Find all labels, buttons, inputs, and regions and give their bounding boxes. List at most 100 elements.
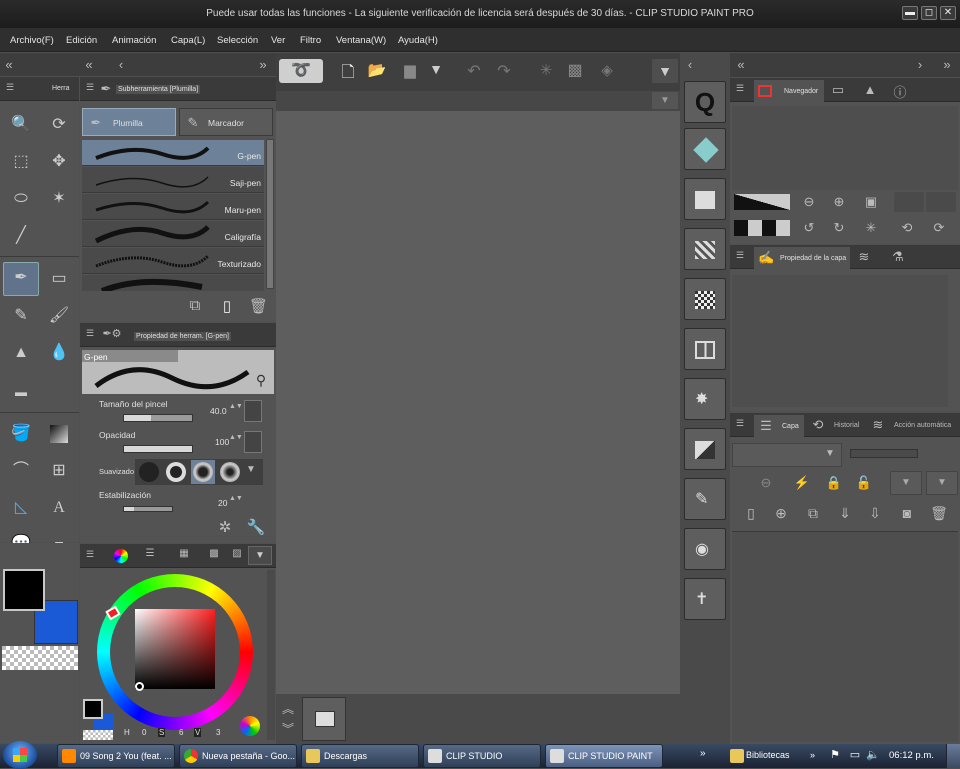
pressure-button[interactable] bbox=[244, 400, 262, 422]
trash-icon[interactable]: 🗑 bbox=[249, 297, 268, 315]
material-effect-icon[interactable]: ✸ bbox=[684, 378, 726, 420]
expand-right-icon[interactable]: » bbox=[256, 57, 270, 72]
subview-icon[interactable]: ▭ bbox=[830, 82, 846, 98]
info-icon[interactable]: ▲ bbox=[862, 82, 878, 97]
merge-down-icon[interactable]: ⇩ bbox=[866, 505, 884, 522]
libraries-more[interactable]: » bbox=[810, 750, 815, 760]
reset-rotation-icon[interactable]: ✳ bbox=[862, 220, 880, 236]
zoom-out-icon[interactable]: ⊖ bbox=[800, 194, 818, 210]
panel-menu-icon[interactable]: ☰ bbox=[734, 418, 746, 429]
panel-menu-icon[interactable]: ☰ bbox=[4, 82, 16, 93]
delete-layer-icon[interactable]: 🗑 bbox=[930, 505, 948, 522]
main-color-swatch[interactable] bbox=[3, 569, 45, 611]
save-icon[interactable]: ▆ bbox=[400, 61, 420, 79]
menu-seleccion[interactable]: Selección bbox=[217, 35, 258, 46]
panel-menu-icon[interactable]: ☰ bbox=[84, 328, 96, 339]
material-pose-icon[interactable]: ✝ bbox=[684, 578, 726, 620]
stepper-icon[interactable]: ▲▼ bbox=[229, 434, 243, 441]
move-tool-icon[interactable]: ✥ bbox=[44, 147, 74, 177]
material-pattern-icon[interactable] bbox=[684, 228, 726, 270]
chevron-right-icon[interactable]: › bbox=[914, 57, 926, 72]
flip-horizontal-button[interactable] bbox=[894, 192, 924, 212]
canvas-area[interactable] bbox=[276, 111, 680, 694]
clipping-icon[interactable]: ⊖ bbox=[756, 475, 776, 491]
layer-dropdown-1[interactable]: ▼ bbox=[890, 471, 922, 495]
brush-saji[interactable]: Saji-pen bbox=[82, 167, 264, 193]
collapse-right-icon[interactable]: » bbox=[940, 57, 954, 72]
transparent-color-swatch[interactable] bbox=[2, 646, 78, 670]
pen-tool-icon[interactable]: ✒ bbox=[3, 262, 39, 296]
show-desktop-button[interactable] bbox=[946, 744, 960, 768]
smoothing-off-icon[interactable] bbox=[139, 462, 159, 482]
blend-tool-icon[interactable]: 💧 bbox=[44, 338, 74, 368]
menu-archivo[interactable]: Archivo(F) bbox=[10, 35, 54, 46]
color-mode-icon[interactable] bbox=[240, 716, 260, 736]
material-frame-icon[interactable] bbox=[684, 328, 726, 370]
layer-tab[interactable]: ☰ Capa bbox=[754, 415, 804, 437]
group-marcador[interactable]: ✎ Marcador bbox=[179, 108, 273, 136]
flask-icon[interactable]: ⚗ bbox=[890, 249, 906, 265]
history-icon[interactable]: ⟲ bbox=[810, 417, 826, 433]
selection-tool-icon[interactable]: ⬭ bbox=[6, 184, 36, 214]
auto-select-icon[interactable]: ✶ bbox=[44, 184, 74, 214]
history-tab[interactable]: Historial bbox=[834, 422, 859, 429]
new-file-icon[interactable]: 🗋 bbox=[338, 61, 358, 88]
expand-left-icon[interactable]: « bbox=[734, 57, 748, 72]
panel-menu-icon[interactable]: ☰ bbox=[734, 250, 746, 261]
saturation-value-square[interactable] bbox=[135, 609, 215, 689]
settings-icon[interactable]: ✲ bbox=[216, 518, 234, 536]
tool-property-tab[interactable]: Propiedad de herram. [G-pen] bbox=[134, 332, 231, 341]
new-vector-layer-icon[interactable]: ⊕ bbox=[772, 505, 790, 522]
fill-tool-icon[interactable]: 🪣 bbox=[6, 419, 36, 449]
copy-subtool-icon[interactable]: ⧉ bbox=[186, 297, 204, 314]
intermediate-color-tab-icon[interactable]: ▩ bbox=[204, 548, 224, 559]
wheel-transparent[interactable] bbox=[83, 730, 113, 740]
menu-ventana[interactable]: Ventana(W) bbox=[336, 35, 386, 46]
reference-icon[interactable]: ⚡ bbox=[792, 475, 812, 491]
item-info-icon[interactable]: ⓘ bbox=[892, 82, 908, 101]
libraries-toolbar[interactable]: Bibliotecas » bbox=[726, 744, 826, 768]
brush-caligrafia[interactable]: Caligrafía bbox=[82, 221, 264, 247]
taskbar-item-descargas[interactable]: Descargas bbox=[301, 744, 419, 768]
lock-icon[interactable]: 🔒 bbox=[824, 475, 844, 491]
blend-mode-select[interactable]: ▼ bbox=[732, 443, 842, 467]
collapse-left-icon[interactable]: « bbox=[2, 57, 16, 72]
fill-selection-icon[interactable]: ◈ bbox=[596, 61, 618, 79]
minimize-button[interactable]: ▬ bbox=[902, 6, 918, 20]
material-landscape-icon[interactable] bbox=[684, 428, 726, 470]
opacity-slider[interactable] bbox=[123, 445, 193, 453]
menu-animacion[interactable]: Animación bbox=[112, 35, 156, 46]
collapse-left-icon-2[interactable]: « bbox=[82, 57, 96, 72]
rotate-tool-icon[interactable]: ⟳ bbox=[44, 110, 74, 140]
new-subtool-icon[interactable]: ▯ bbox=[218, 297, 236, 315]
auto-action-icon[interactable]: ≋ bbox=[870, 417, 886, 433]
fit-icon[interactable]: ▣ bbox=[862, 194, 880, 210]
transfer-down-icon[interactable]: ⇓ bbox=[836, 505, 854, 522]
search-icon[interactable]: Q bbox=[684, 81, 726, 123]
rotate-right-icon[interactable]: ↻ bbox=[830, 220, 848, 236]
object-tool-icon[interactable]: ⬚ bbox=[6, 147, 36, 177]
chevron-left-icon[interactable]: ‹ bbox=[116, 57, 126, 72]
material-library-icon[interactable] bbox=[684, 128, 726, 170]
smoothing-selected[interactable] bbox=[191, 460, 215, 484]
taskbar-item-clip-studio[interactable]: CLIP STUDIO bbox=[423, 744, 541, 768]
chevron-down-icon[interactable]: ▼ bbox=[244, 464, 258, 475]
expand-up-icon[interactable]: ︽ bbox=[279, 700, 297, 717]
group-plumilla[interactable]: ✒ Plumilla bbox=[82, 108, 176, 136]
start-button[interactable] bbox=[3, 741, 37, 769]
tab-list-dropdown[interactable]: ▼ bbox=[652, 92, 678, 109]
flip-icon[interactable]: ⟲ bbox=[898, 220, 916, 236]
panel-dropdown[interactable]: ▼ bbox=[248, 546, 272, 565]
curve-tool-icon[interactable]: ⌒ bbox=[6, 456, 36, 486]
taskbar-item-clip-studio-paint[interactable]: CLIP STUDIO PAINT bbox=[545, 744, 663, 768]
flag-icon[interactable]: ⚑ bbox=[828, 748, 842, 761]
menu-ver[interactable]: Ver bbox=[271, 35, 285, 46]
material-folder-icon[interactable]: ✎ bbox=[684, 478, 726, 520]
taskbar-item-chrome[interactable]: Nueva pestaña - Goo... bbox=[179, 744, 297, 768]
material-image-icon[interactable] bbox=[684, 178, 726, 220]
color-wheel-tab-icon[interactable] bbox=[114, 549, 128, 563]
navigator-tab[interactable]: Navegador bbox=[754, 80, 824, 102]
brush-maru[interactable]: Maru-pen bbox=[82, 194, 264, 220]
eyedropper-tool-icon[interactable]: ╱ bbox=[6, 221, 36, 251]
menu-capa[interactable]: Capa(L) bbox=[171, 35, 205, 46]
